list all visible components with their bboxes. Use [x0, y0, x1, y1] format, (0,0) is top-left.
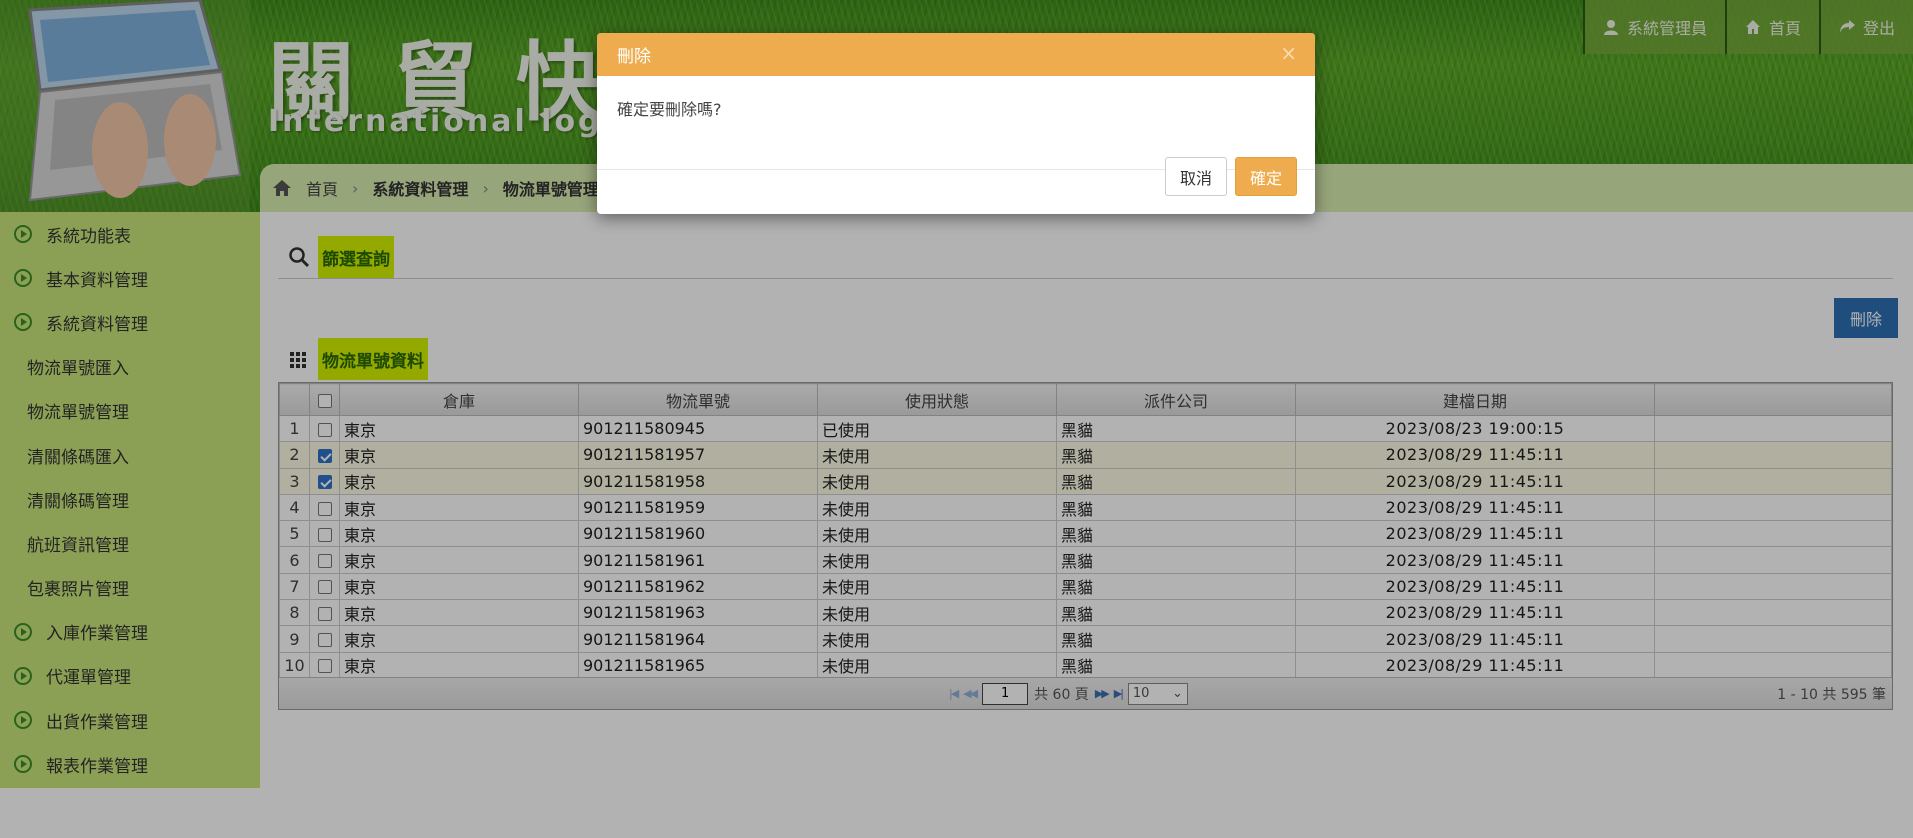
- modal-message: 確定要刪除嗎?: [597, 76, 1315, 170]
- delete-confirm-dialog: 刪除 × 確定要刪除嗎? 取消 確定: [597, 33, 1315, 214]
- cancel-button[interactable]: 取消: [1164, 157, 1227, 196]
- modal-title: 刪除: [617, 47, 651, 67]
- modal-header: 刪除 ×: [597, 33, 1315, 76]
- confirm-button[interactable]: 確定: [1234, 157, 1297, 196]
- close-icon[interactable]: ×: [1280, 41, 1297, 65]
- modal-footer: 取消 確定: [1164, 157, 1297, 196]
